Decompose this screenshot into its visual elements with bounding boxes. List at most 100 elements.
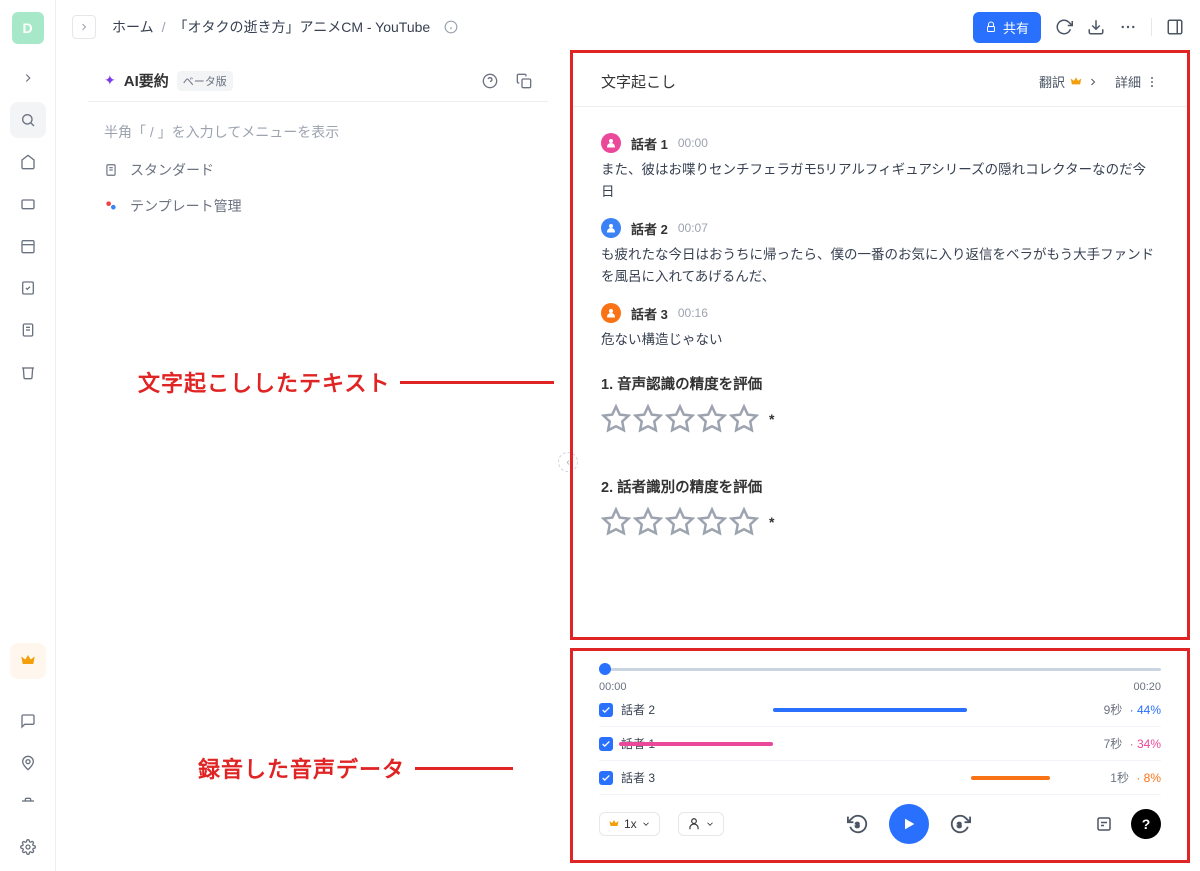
utterance-text[interactable]: また、彼はお喋りセンチフェラガモ5リアルフィギュアシリーズの隠れコレクターなのだ… bbox=[601, 159, 1159, 202]
speaker-row[interactable]: 話者 2 9秒 · 44% bbox=[599, 693, 1161, 727]
speaker-percent: · 34% bbox=[1126, 737, 1161, 751]
rating-1-stars: * bbox=[601, 404, 1159, 434]
folder-nav[interactable] bbox=[10, 186, 46, 222]
speaker-row[interactable]: 話者 1 7秒 · 34% bbox=[599, 727, 1161, 761]
upgrade-crown[interactable] bbox=[10, 643, 46, 679]
breadcrumb: ホーム / 「オタクの逝き方」アニメCM - YouTube bbox=[112, 17, 458, 37]
annotation-transcript: 文字起こししたテキスト bbox=[138, 366, 552, 398]
rating-star[interactable] bbox=[601, 404, 631, 434]
speaker-checkbox[interactable] bbox=[599, 771, 613, 785]
speaker-row-name: 話者 3 bbox=[621, 769, 655, 786]
copy-icon[interactable] bbox=[516, 73, 532, 89]
slash-menu-hint: 半角「 / 」を入力してメニューを表示 bbox=[88, 102, 548, 152]
beta-badge: ベータ版 bbox=[177, 71, 233, 91]
timeline-knob[interactable] bbox=[599, 663, 611, 675]
speaker-activity-bar bbox=[773, 708, 967, 712]
rating-star[interactable] bbox=[697, 404, 727, 434]
utterance-timestamp: 00:07 bbox=[678, 221, 708, 235]
skip-back[interactable]: 3 bbox=[847, 813, 869, 835]
time-end: 00:20 bbox=[1133, 681, 1161, 693]
help-icon[interactable] bbox=[482, 73, 498, 89]
transcript-title: 文字起こし bbox=[601, 71, 676, 92]
info-icon[interactable] bbox=[444, 20, 458, 34]
speaker-avatar-icon bbox=[601, 303, 621, 323]
delete-nav[interactable] bbox=[10, 787, 46, 823]
menu-template-mgmt[interactable]: テンプレート管理 bbox=[88, 188, 548, 224]
speaker-percent: · 44% bbox=[1126, 703, 1161, 717]
rating-2-title: 2. 話者識別の精度を評価 bbox=[601, 476, 1159, 497]
top-bar: ホーム / 「オタクの逝き方」アニメCM - YouTube 共有 bbox=[56, 0, 1200, 54]
more-button[interactable] bbox=[1119, 18, 1137, 36]
detail-button[interactable]: 詳細 bbox=[1115, 72, 1159, 91]
rating-star[interactable] bbox=[633, 507, 663, 537]
workspace-avatar[interactable]: D bbox=[12, 12, 44, 44]
ai-summary-panel: ✦ AI要約 ベータ版 半角「 / 」を入力してメニューを表示 スタンダード テ… bbox=[88, 60, 548, 224]
panel-toggle-button[interactable] bbox=[1151, 18, 1184, 36]
required-mark: * bbox=[769, 514, 774, 530]
speaker-name: 話者 1 bbox=[631, 134, 668, 153]
speaker-avatar-icon bbox=[601, 218, 621, 238]
collapse-sidebar-button[interactable] bbox=[10, 60, 46, 96]
rating-star[interactable] bbox=[665, 507, 695, 537]
settings-nav[interactable] bbox=[10, 829, 46, 865]
page-title: 「オタクの逝き方」アニメCM - YouTube bbox=[173, 17, 430, 37]
time-start: 00:00 bbox=[599, 681, 627, 693]
speaker-activity-bar bbox=[971, 776, 1050, 780]
audio-panel: 00:00 00:20 話者 2 9秒 · 44% 話者 1 7秒 · 34% … bbox=[570, 648, 1190, 863]
calendar-nav[interactable] bbox=[10, 228, 46, 264]
speaker-checkbox[interactable] bbox=[599, 737, 613, 751]
utterance-text[interactable]: 危ない構造じゃない bbox=[601, 329, 1159, 351]
rating-star[interactable] bbox=[729, 507, 759, 537]
playback-speed[interactable]: 1x bbox=[599, 812, 660, 836]
lock-icon bbox=[985, 21, 997, 33]
transcript-panel: 文字起こし 翻訳 詳細 話者 1 00:00 また、彼はお喋りセンチフェラガモ5… bbox=[570, 50, 1190, 640]
doc-icon bbox=[104, 163, 120, 177]
playback-timeline[interactable] bbox=[599, 661, 1161, 679]
speaker-duration: 1秒 · 8% bbox=[1110, 769, 1161, 786]
search-nav[interactable] bbox=[10, 102, 46, 138]
menu-standard[interactable]: スタンダード bbox=[88, 152, 548, 188]
home-nav[interactable] bbox=[10, 144, 46, 180]
speaker-filter[interactable] bbox=[678, 812, 724, 836]
rating-star[interactable] bbox=[729, 404, 759, 434]
transcript-sync-button[interactable] bbox=[1095, 815, 1113, 833]
rating-2-stars: * bbox=[601, 507, 1159, 537]
breadcrumb-home[interactable]: ホーム bbox=[112, 17, 154, 37]
rating-star[interactable] bbox=[601, 507, 631, 537]
rating-1-title: 1. 音声認識の精度を評価 bbox=[601, 373, 1159, 394]
required-mark: * bbox=[769, 411, 774, 427]
play-button[interactable] bbox=[889, 804, 929, 844]
refresh-button[interactable] bbox=[1055, 18, 1073, 36]
speaker-row-name: 話者 2 bbox=[621, 701, 655, 718]
notes-nav[interactable] bbox=[10, 312, 46, 348]
translate-button[interactable]: 翻訳 bbox=[1039, 72, 1099, 91]
speaker-name: 話者 2 bbox=[631, 219, 668, 238]
help-fab[interactable]: ? bbox=[1131, 809, 1161, 839]
speaker-row[interactable]: 話者 3 1秒 · 8% bbox=[599, 761, 1161, 795]
skip-forward[interactable]: 3 bbox=[949, 813, 971, 835]
rating-star[interactable] bbox=[697, 507, 727, 537]
tasks-nav[interactable] bbox=[10, 270, 46, 306]
crown-icon bbox=[608, 818, 620, 830]
utterance-text[interactable]: も疲れたな今日はおうちに帰ったら、僕の一番のお気に入り返信をベラがもう大手ファン… bbox=[601, 244, 1159, 287]
rating-star[interactable] bbox=[665, 404, 695, 434]
annotation-audio: 録音した音声データ bbox=[198, 752, 511, 784]
utterance-timestamp: 00:16 bbox=[678, 306, 708, 320]
svg-text:3: 3 bbox=[958, 821, 962, 830]
utterance[interactable]: 話者 2 00:07 も疲れたな今日はおうちに帰ったら、僕の一番のお気に入り返信… bbox=[601, 218, 1159, 287]
utterance[interactable]: 話者 1 00:00 また、彼はお喋りセンチフェラガモ5リアルフィギュアシリーズ… bbox=[601, 133, 1159, 202]
template-icon bbox=[104, 199, 120, 213]
left-sidebar: D bbox=[0, 0, 56, 871]
rating-star[interactable] bbox=[633, 404, 663, 434]
share-button[interactable]: 共有 bbox=[973, 12, 1041, 43]
download-button[interactable] bbox=[1087, 18, 1105, 36]
feedback-nav[interactable] bbox=[10, 703, 46, 739]
menu-template-label: テンプレート管理 bbox=[130, 196, 242, 216]
utterance[interactable]: 話者 3 00:16 危ない構造じゃない bbox=[601, 303, 1159, 351]
speaker-checkbox[interactable] bbox=[599, 703, 613, 717]
breadcrumb-separator: / bbox=[162, 19, 166, 35]
location-nav[interactable] bbox=[10, 745, 46, 781]
back-button[interactable] bbox=[72, 15, 96, 39]
trash-nav[interactable] bbox=[10, 354, 46, 390]
crown-icon bbox=[1069, 75, 1083, 89]
